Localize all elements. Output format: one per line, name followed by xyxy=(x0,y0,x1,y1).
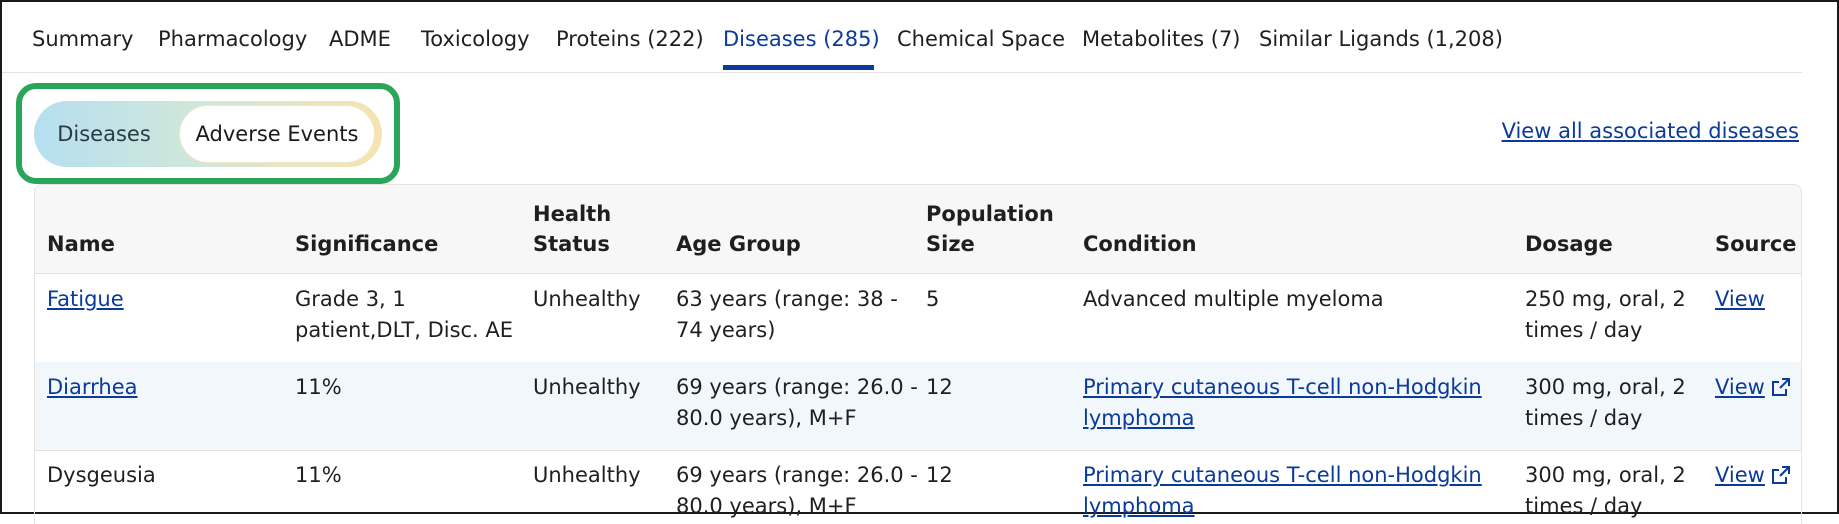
dosage-cell: 300 mg, oral, 2 times / day xyxy=(1525,460,1686,522)
age-group-cell: 69 years (range: 26.0 - 80.0 years), M+F xyxy=(676,372,918,434)
header-population-line1: Population xyxy=(926,202,1054,226)
source-cell: View xyxy=(1715,372,1791,403)
age-line1: 63 years (range: 38 - xyxy=(676,287,898,311)
age-line2: 80.0 years), M+F xyxy=(676,406,857,430)
condition-link-line2[interactable]: lymphoma xyxy=(1083,406,1195,430)
tab-summary[interactable]: Summary xyxy=(32,24,133,54)
header-population-size: Population Size xyxy=(926,199,1054,259)
page: Summary Pharmacology ADME Toxicology Pro… xyxy=(2,2,1837,524)
active-tab-indicator xyxy=(723,65,874,70)
significance-cell: 11% xyxy=(295,463,342,487)
dosage-line2: times / day xyxy=(1525,406,1643,430)
condition-link-line2[interactable]: lymphoma xyxy=(1083,494,1195,518)
header-significance: Significance xyxy=(295,232,439,256)
external-link-icon[interactable] xyxy=(1771,465,1791,485)
tab-similar-ligands[interactable]: Similar Ligands (1,208) xyxy=(1259,24,1503,54)
diseases-adverse-toggle: Diseases Adverse Events xyxy=(34,101,382,167)
view-all-diseases-link[interactable]: View all associated diseases xyxy=(1502,119,1799,143)
header-population-line2: Size xyxy=(926,232,975,256)
condition-cell: Advanced multiple myeloma xyxy=(1083,287,1384,311)
health-status-cell: Unhealthy xyxy=(533,463,641,487)
source-view-link[interactable]: View xyxy=(1715,375,1765,399)
dosage-line1: 250 mg, oral, 2 xyxy=(1525,287,1686,311)
tab-adme[interactable]: ADME xyxy=(329,24,391,54)
tab-toxicology[interactable]: Toxicology xyxy=(421,24,530,54)
population-cell: 12 xyxy=(926,375,953,399)
significance-cell: Grade 3, 1 patient,DLT, Disc. AE xyxy=(295,284,513,346)
condition-cell: Primary cutaneous T-cell non-Hodgkin lym… xyxy=(1083,460,1482,522)
header-age-group: Age Group xyxy=(676,232,801,256)
age-line1: 69 years (range: 26.0 - xyxy=(676,375,918,399)
condition-link-line1[interactable]: Primary cutaneous T-cell non-Hodgkin xyxy=(1083,463,1482,487)
header-health-status-line2: Status xyxy=(533,232,610,256)
health-status-cell: Unhealthy xyxy=(533,375,641,399)
age-line2: 74 years) xyxy=(676,318,776,342)
header-health-status-line1: Health xyxy=(533,202,612,226)
header-health-status: Health Status xyxy=(533,199,611,259)
age-group-cell: 63 years (range: 38 - 74 years) xyxy=(676,284,898,346)
tab-chemical-space[interactable]: Chemical Space xyxy=(897,24,1065,54)
header-source: Source xyxy=(1715,232,1797,256)
dosage-line1: 300 mg, oral, 2 xyxy=(1525,375,1686,399)
dosage-line1: 300 mg, oral, 2 xyxy=(1525,463,1686,487)
tab-pharmacology[interactable]: Pharmacology xyxy=(158,24,307,54)
external-link-icon[interactable] xyxy=(1771,377,1791,397)
dosage-cell: 300 mg, oral, 2 times / day xyxy=(1525,372,1686,434)
condition-link-line1[interactable]: Primary cutaneous T-cell non-Hodgkin xyxy=(1083,375,1482,399)
toggle-option-adverse-events[interactable]: Adverse Events xyxy=(180,106,374,162)
disease-name-link[interactable]: Diarrhea xyxy=(47,375,138,399)
source-view-link[interactable]: View xyxy=(1715,463,1765,487)
source-view-link[interactable]: View xyxy=(1715,287,1765,311)
significance-line2: patient,DLT, Disc. AE xyxy=(295,318,514,342)
age-group-cell: 69 years (range: 26.0 - 80.0 years), M+F xyxy=(676,460,918,522)
age-line2: 80.0 years), M+F xyxy=(676,494,857,518)
dosage-line2: times / day xyxy=(1525,494,1643,518)
health-status-cell: Unhealthy xyxy=(533,287,641,311)
dosage-line2: times / day xyxy=(1525,318,1643,342)
significance-line1: Grade 3, 1 xyxy=(295,287,406,311)
population-cell: 12 xyxy=(926,463,953,487)
source-cell: View xyxy=(1715,460,1791,491)
population-cell: 5 xyxy=(926,287,940,311)
adverse-events-table: Name Significance Health Status Age Grou… xyxy=(34,184,1802,524)
header-condition: Condition xyxy=(1083,232,1197,256)
disease-name-link[interactable]: Fatigue xyxy=(47,287,124,311)
tab-bar: Summary Pharmacology ADME Toxicology Pro… xyxy=(2,2,1802,73)
disease-name-cell: Dysgeusia xyxy=(47,463,156,487)
table-row: Dysgeusia 11% Unhealthy 69 years (range:… xyxy=(35,450,1801,524)
table-header: Name Significance Health Status Age Grou… xyxy=(35,185,1801,274)
tab-diseases[interactable]: Diseases (285) xyxy=(723,24,880,54)
header-dosage: Dosage xyxy=(1525,232,1613,256)
tab-metabolites[interactable]: Metabolites (7) xyxy=(1082,24,1241,54)
condition-cell: Primary cutaneous T-cell non-Hodgkin lym… xyxy=(1083,372,1482,434)
toggle-option-diseases[interactable]: Diseases xyxy=(34,101,174,167)
tab-proteins[interactable]: Proteins (222) xyxy=(556,24,704,54)
dosage-cell: 250 mg, oral, 2 times / day xyxy=(1525,284,1686,346)
significance-cell: 11% xyxy=(295,375,342,399)
header-name: Name xyxy=(47,232,115,256)
table-row: Fatigue Grade 3, 1 patient,DLT, Disc. AE… xyxy=(35,274,1801,363)
age-line1: 69 years (range: 26.0 - xyxy=(676,463,918,487)
table-row: Diarrhea 11% Unhealthy 69 years (range: … xyxy=(35,362,1801,451)
